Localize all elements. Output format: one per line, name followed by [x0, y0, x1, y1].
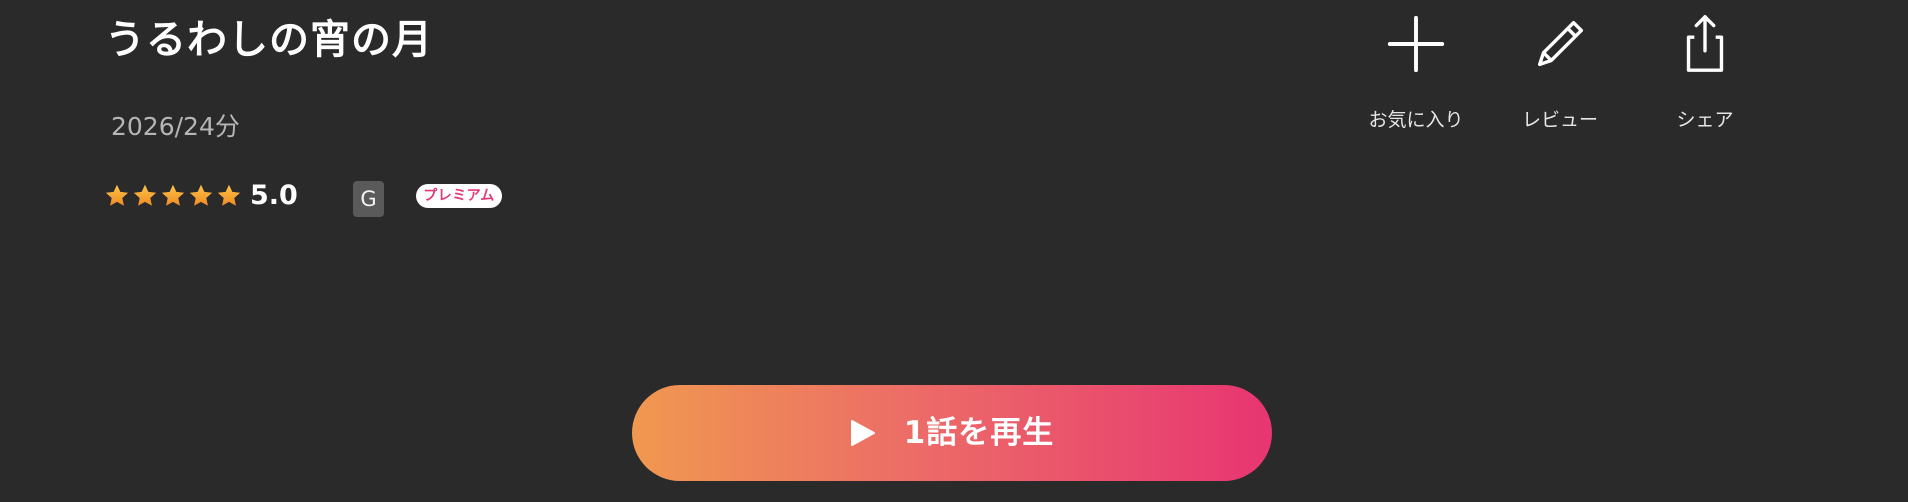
star-icon	[161, 184, 185, 206]
star-icon	[217, 184, 241, 206]
share-button[interactable]: シェア	[1640, 12, 1770, 132]
age-rating-badge: G	[353, 181, 384, 217]
star-rating	[104, 183, 244, 209]
review-button[interactable]: レビュー	[1495, 12, 1625, 132]
play-episode-button[interactable]: 1話を再生	[632, 385, 1272, 481]
star-icon	[189, 184, 213, 206]
rating-row: 5.0	[104, 176, 298, 216]
star-icon	[105, 184, 129, 206]
play-button-label: 1話を再生	[903, 415, 1055, 451]
favorite-button[interactable]: お気に入り	[1351, 12, 1481, 132]
review-label: レビュー	[1521, 109, 1598, 131]
release-year-duration: 2026/24分	[111, 112, 240, 141]
favorite-label: お気に入り	[1368, 109, 1464, 131]
share-icon	[1686, 15, 1724, 72]
play-icon	[850, 420, 875, 446]
plus-icon	[1387, 15, 1445, 73]
star-icon	[133, 184, 157, 206]
share-label: シェア	[1676, 109, 1734, 131]
page-title: うるわしの宵の月	[105, 17, 433, 63]
rating-score: 5.0	[250, 180, 298, 211]
pencil-icon	[1537, 20, 1584, 67]
premium-badge: プレミアム	[416, 184, 502, 208]
